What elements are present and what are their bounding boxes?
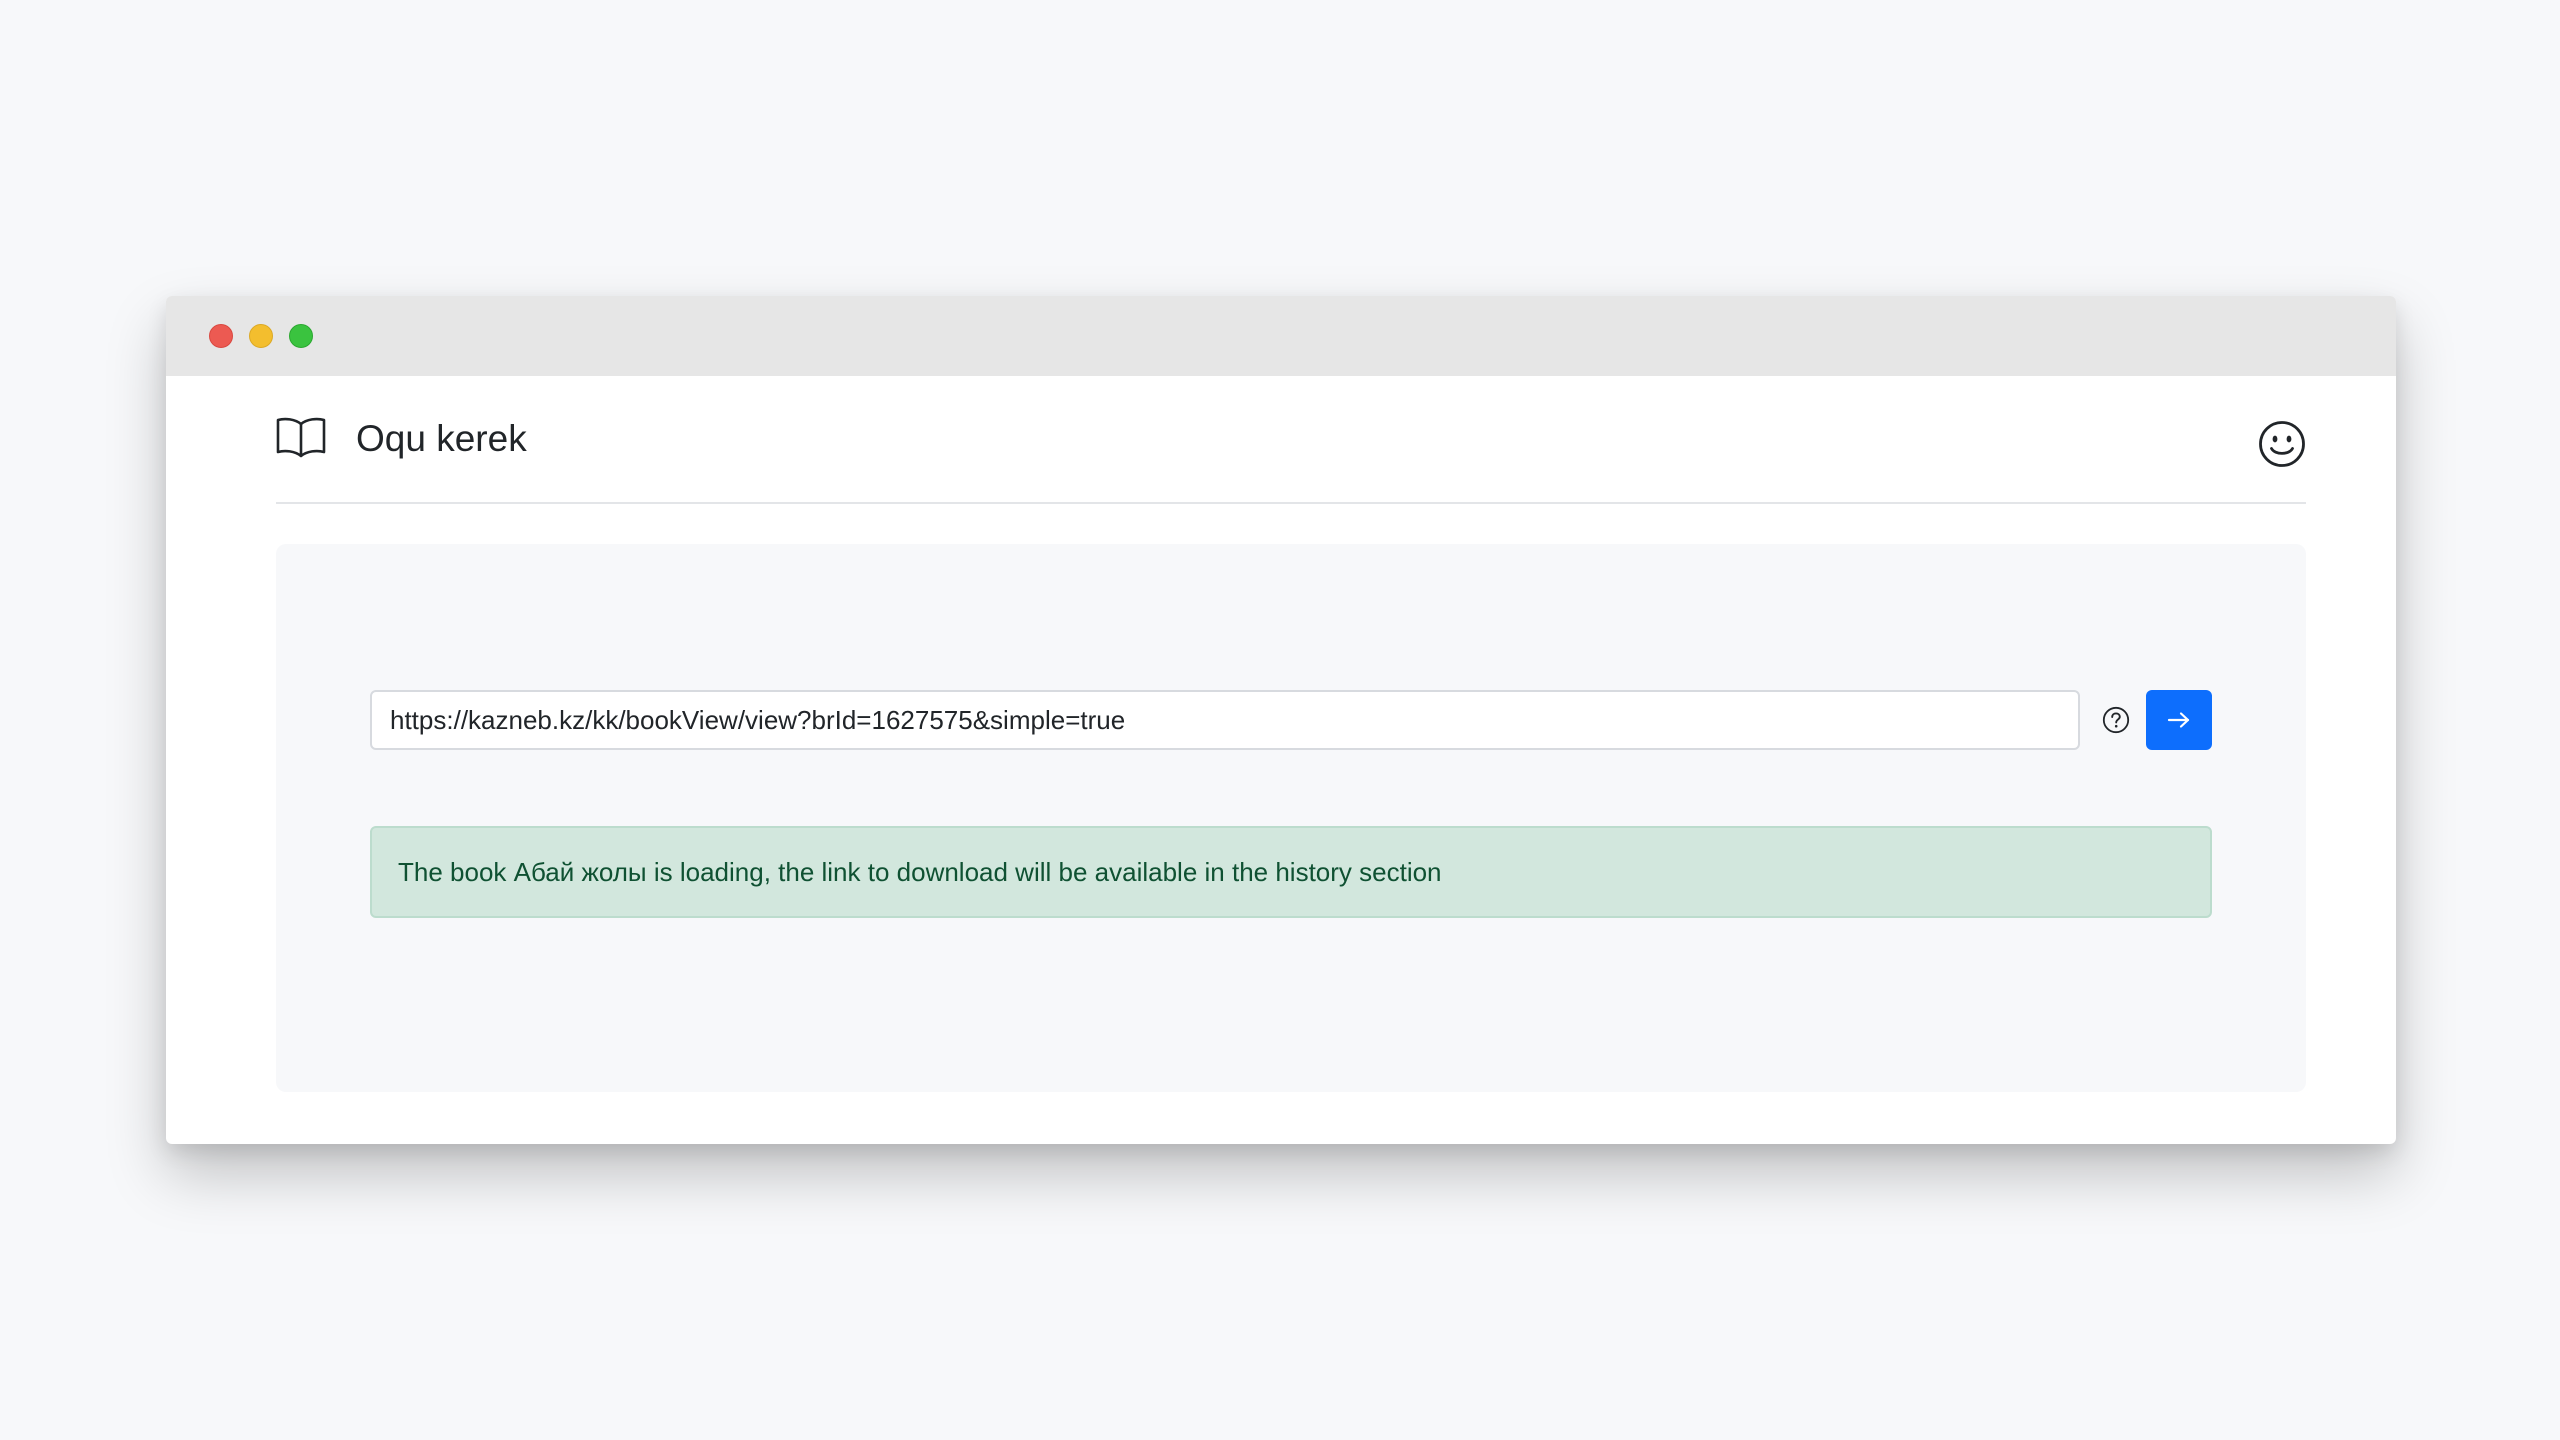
brand-title[interactable]: Oqu kerek (356, 416, 527, 462)
minimize-window-button[interactable] (249, 324, 273, 348)
question-circle-icon[interactable] (2102, 706, 2130, 734)
zoom-window-button[interactable] (289, 324, 313, 348)
main-panel: The book Абай жолы is loading, the link … (276, 544, 2306, 1092)
arrow-right-icon (2167, 712, 2190, 728)
submit-button[interactable] (2146, 690, 2212, 750)
site-header: Oqu kerek (276, 376, 2306, 504)
book-url-input[interactable] (370, 690, 2080, 750)
open-book-icon[interactable] (276, 416, 326, 458)
smiley-face-icon[interactable] (2258, 420, 2306, 468)
close-window-button[interactable] (209, 324, 233, 348)
loading-alert: The book Абай жолы is loading, the link … (370, 826, 2212, 918)
browser-window: Oqu kerek The book Абай жолы is loading,… (166, 296, 2396, 1144)
window-titlebar (166, 296, 2396, 376)
